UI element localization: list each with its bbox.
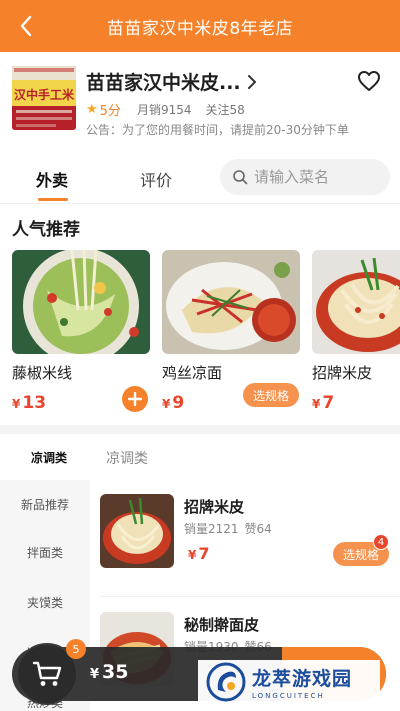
dish-price: ¥7 bbox=[312, 393, 400, 413]
sidebar-item-new[interactable]: 新品推荐 bbox=[0, 480, 90, 528]
category-tabs: 凉调类 凉调类 bbox=[0, 434, 400, 480]
sidebar-item-noodles[interactable]: 拌面类 bbox=[0, 528, 90, 576]
price-value: 7 bbox=[198, 544, 210, 563]
favorite-button[interactable] bbox=[356, 68, 382, 94]
currency-symbol: ¥ bbox=[90, 667, 100, 682]
dish-image bbox=[12, 250, 150, 354]
shop-monthly-sales: 月销9154 bbox=[136, 103, 192, 117]
dish-name: 藤椒米线 bbox=[12, 364, 73, 382]
cart-icon bbox=[32, 661, 62, 686]
shop-notice: 公告：为了您的用餐时间，请提前20-30分钟下单 bbox=[86, 123, 349, 137]
divider bbox=[0, 203, 400, 204]
chevron-right-icon bbox=[247, 74, 256, 89]
dish-name: 鸡丝凉面 bbox=[162, 364, 223, 382]
dish-image bbox=[100, 494, 174, 568]
watermark-sub: LONGCUITECH bbox=[252, 692, 325, 700]
category-tab-active[interactable]: 凉调类 bbox=[31, 449, 67, 466]
watermark: 龙萃游戏园 LONGCUITECH bbox=[198, 660, 380, 704]
app-root: 苗苗家汉中米皮8年老店 汉中手工米 苗苗家汉中米皮... ★ 5分 月销9154… bbox=[0, 0, 400, 711]
dish-name: 招牌米皮 bbox=[184, 498, 245, 516]
svg-text:汉中手工米: 汉中手工米 bbox=[14, 87, 75, 102]
price-value: 7 bbox=[322, 393, 335, 413]
popular-item[interactable]: 招牌米皮 ¥7 bbox=[312, 250, 400, 413]
search-input[interactable] bbox=[254, 168, 384, 186]
currency-symbol: ¥ bbox=[188, 548, 197, 562]
active-tab-indicator bbox=[38, 198, 68, 201]
cart-count-badge: 5 bbox=[66, 639, 86, 659]
dish-image bbox=[312, 250, 400, 354]
cart-count-badge: 4 bbox=[373, 534, 389, 550]
currency-symbol: ¥ bbox=[162, 397, 171, 411]
price-value: 13 bbox=[22, 393, 47, 413]
search-icon bbox=[233, 170, 248, 185]
shop-followers: 关注58 bbox=[205, 103, 245, 117]
sidebar-item-buns[interactable]: 夹馍类 bbox=[0, 578, 90, 626]
currency-symbol: ¥ bbox=[312, 397, 321, 411]
shop-name-row[interactable]: 苗苗家汉中米皮... bbox=[86, 68, 257, 95]
shop-stats: ★ 5分 月销9154 关注58 bbox=[86, 100, 245, 119]
page-title: 苗苗家汉中米皮8年老店 bbox=[106, 18, 294, 39]
cart-total: ¥35 bbox=[90, 661, 129, 683]
menu-item[interactable]: 招牌米皮 销量2121 赞64 ¥7 选规格 4 bbox=[100, 494, 400, 604]
select-spec-button[interactable]: 选规格 bbox=[243, 383, 299, 407]
watermark-logo-icon bbox=[206, 662, 246, 702]
tab-reviews[interactable]: 评价 bbox=[140, 167, 172, 191]
cart-total-value: 35 bbox=[102, 661, 129, 683]
search-box[interactable] bbox=[220, 159, 390, 195]
section-divider bbox=[0, 425, 400, 434]
category-tab[interactable]: 凉调类 bbox=[106, 448, 148, 468]
watermark-text: 龙萃游戏园 LONGCUITECH bbox=[252, 664, 352, 700]
watermark-main: 龙萃游戏园 bbox=[252, 668, 353, 690]
chevron-left-icon bbox=[20, 15, 32, 37]
plus-icon bbox=[128, 392, 142, 406]
shop-name: 苗苗家汉中米皮... bbox=[86, 72, 241, 94]
price-value: 9 bbox=[172, 393, 185, 413]
top-bar: 苗苗家汉中米皮8年老店 bbox=[0, 0, 400, 52]
add-to-cart-button[interactable] bbox=[122, 386, 148, 412]
popular-section-title: 人气推荐 bbox=[12, 220, 80, 240]
shop-header: 汉中手工米 苗苗家汉中米皮... ★ 5分 月销9154 关注58 公告：为了您… bbox=[0, 52, 400, 152]
tab-delivery[interactable]: 外卖 bbox=[36, 167, 68, 191]
back-button[interactable] bbox=[8, 8, 44, 44]
dish-meta: 销量2121 赞64 bbox=[184, 520, 272, 537]
dish-sales: 销量2121 bbox=[184, 522, 239, 536]
star-icon: ★ bbox=[86, 102, 98, 117]
divider bbox=[100, 596, 400, 597]
dish-name: 招牌米皮 bbox=[312, 364, 373, 382]
heart-icon bbox=[358, 71, 380, 91]
currency-symbol: ¥ bbox=[12, 397, 21, 411]
shop-logo[interactable]: 汉中手工米 bbox=[12, 66, 76, 130]
dish-name: 秘制擀面皮 bbox=[184, 616, 260, 634]
shop-rating: 5分 bbox=[99, 104, 121, 119]
dish-likes: 赞64 bbox=[244, 522, 272, 536]
dish-image bbox=[162, 250, 300, 354]
dish-price: ¥7 bbox=[188, 544, 210, 563]
